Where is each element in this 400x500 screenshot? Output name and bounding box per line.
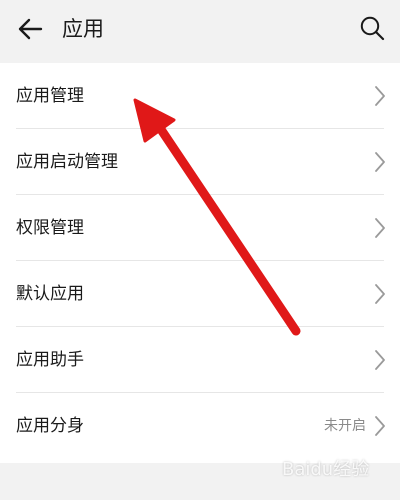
settings-item-status: 未开启 <box>324 418 366 434</box>
page-title: 应用 <box>62 17 104 41</box>
chevron-right-icon <box>375 218 385 238</box>
settings-item-label: 应用分身 <box>16 416 84 436</box>
chevron-right-icon <box>375 86 385 106</box>
settings-item-label: 应用管理 <box>16 86 84 106</box>
settings-list: 应用管理 应用启动管理 权限管理 默认应用 应用助手 应用分身 未开启 <box>0 63 400 463</box>
settings-item-label: 应用启动管理 <box>16 152 118 172</box>
chevron-right-icon <box>375 284 385 304</box>
settings-item-label: 默认应用 <box>16 284 84 304</box>
settings-item-app-assistant[interactable]: 应用助手 <box>0 327 400 393</box>
settings-item-app-management[interactable]: 应用管理 <box>0 63 400 129</box>
settings-item-label: 权限管理 <box>16 218 84 238</box>
watermark: Baidu经验 <box>282 459 370 480</box>
settings-item-label: 应用助手 <box>16 350 84 370</box>
back-arrow-icon[interactable] <box>12 12 46 46</box>
settings-item-app-launch-management[interactable]: 应用启动管理 <box>0 129 400 195</box>
chevron-right-icon <box>375 350 385 370</box>
settings-item-default-apps[interactable]: 默认应用 <box>0 261 400 327</box>
search-icon[interactable] <box>358 14 386 42</box>
top-app-bar: 应用 <box>0 0 400 60</box>
settings-item-app-twin[interactable]: 应用分身 未开启 <box>0 393 400 459</box>
chevron-right-icon <box>375 416 385 436</box>
chevron-right-icon <box>375 152 385 172</box>
settings-item-permission-management[interactable]: 权限管理 <box>0 195 400 261</box>
